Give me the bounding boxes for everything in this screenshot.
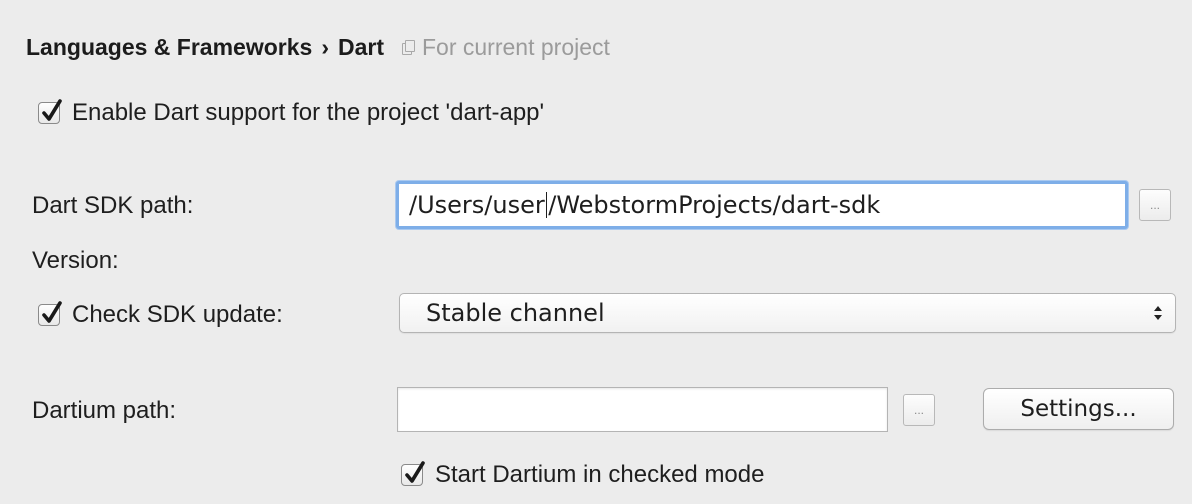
checked-mode-label: Start Dartium in checked mode [435, 461, 765, 488]
dartium-settings-button[interactable]: Settings... [983, 388, 1174, 430]
up-down-arrows-icon [1154, 306, 1162, 320]
enable-dart-support-checkbox[interactable] [38, 99, 62, 124]
checkmark-icon [42, 301, 62, 323]
checked-mode-checkbox[interactable] [401, 461, 425, 486]
browse-dartium-path-button[interactable]: ... [903, 394, 935, 426]
dartium-path-label: Dartium path: [32, 397, 177, 424]
dart-sdk-path-value-start: /Users/user [409, 191, 545, 219]
enable-dart-support-row[interactable]: Enable Dart support for the project 'dar… [38, 96, 544, 130]
checkmark-icon [42, 99, 62, 121]
check-sdk-update-row[interactable]: Check SDK update: [38, 298, 283, 332]
text-caret [545, 192, 548, 218]
update-channel-value: Stable channel [426, 299, 605, 327]
dart-sdk-path-value-end: /WebstormProjects/dart-sdk [548, 191, 881, 219]
breadcrumb: Languages & Frameworks › Dart For curren… [26, 30, 610, 64]
checkmark-icon [405, 461, 425, 483]
breadcrumb-separator: › [321, 33, 329, 60]
check-sdk-update-checkbox[interactable] [38, 301, 62, 326]
dart-sdk-path-input[interactable]: /Users/user/WebstormProjects/dart-sdk [396, 181, 1128, 229]
version-label: Version: [32, 247, 119, 274]
scope-label: For current project [422, 33, 610, 60]
dartium-path-input[interactable] [397, 387, 888, 432]
browse-sdk-path-button[interactable]: ... [1139, 189, 1171, 221]
checked-mode-row[interactable]: Start Dartium in checked mode [401, 458, 764, 492]
check-sdk-update-label: Check SDK update: [72, 301, 283, 328]
dart-sdk-path-label: Dart SDK path: [32, 192, 194, 219]
breadcrumb-languages-frameworks: Languages & Frameworks [26, 33, 313, 60]
dart-settings-panel: Languages & Frameworks › Dart For curren… [0, 0, 1192, 504]
enable-dart-support-label: Enable Dart support for the project 'dar… [72, 99, 545, 126]
update-channel-select[interactable]: Stable channel [399, 293, 1176, 333]
copy-scope-icon [402, 40, 415, 55]
breadcrumb-dart: Dart [337, 33, 384, 60]
